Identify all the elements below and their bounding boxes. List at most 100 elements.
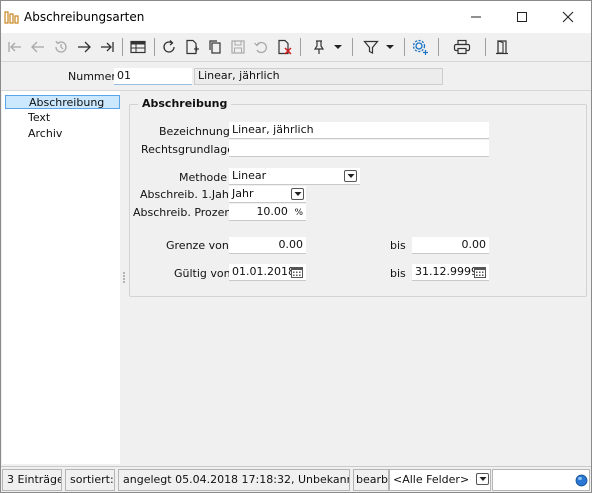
toolbar-separator <box>404 38 405 56</box>
delete-button[interactable] <box>274 37 294 57</box>
rechtsgrundlage-label: Rechtsgrundlage <box>141 143 234 156</box>
prozent-value: 10.00 <box>256 205 288 218</box>
nav-item-archiv[interactable]: Archiv <box>5 127 120 141</box>
settings-button[interactable] <box>409 37 431 57</box>
grenze-bis-input[interactable]: 0.00 <box>412 237 489 254</box>
previous-record-icon <box>31 41 44 53</box>
refresh-button[interactable] <box>159 37 179 57</box>
app-window: Abschreibungsarten Nummer 01 Linear, jäh… <box>0 0 592 493</box>
undo-button[interactable] <box>251 37 271 57</box>
app-icon <box>4 11 19 24</box>
title-bar: Abschreibungsarten <box>1 1 591 33</box>
filter-icon <box>363 40 379 54</box>
field-select-dropdown-button[interactable] <box>476 473 489 485</box>
history-icon <box>55 40 67 53</box>
pin-menu-button[interactable] <box>307 37 347 57</box>
close-button[interactable] <box>545 1 591 33</box>
methode-label: Methode <box>179 171 228 184</box>
gueltig-bis-label: bis <box>390 267 406 280</box>
last-record-button[interactable] <box>97 37 117 57</box>
field-select-value: <Alle Felder> <box>393 473 470 486</box>
close-icon <box>562 11 574 23</box>
nummer-input[interactable]: 01 <box>114 68 192 85</box>
first-record-icon <box>8 42 21 52</box>
filter-menu-button[interactable] <box>359 37 399 57</box>
jahr-label: Abschreib. 1.Jahr <box>140 188 234 201</box>
entries-count: 3 Einträge <box>2 469 62 491</box>
previous-record-button[interactable] <box>28 37 48 57</box>
toolbar-separator <box>122 38 123 56</box>
chevron-down-icon <box>386 45 394 49</box>
toolbar-separator <box>352 38 353 56</box>
toolbar-divider <box>1 61 591 62</box>
minimize-button[interactable] <box>453 1 499 33</box>
history-button[interactable] <box>51 37 71 57</box>
copy-button[interactable] <box>205 37 225 57</box>
pane-splitter[interactable] <box>120 91 126 464</box>
table-view-icon <box>130 40 146 54</box>
nav-item-abschreibung[interactable]: Abschreibung <box>5 95 120 109</box>
jahr-dropdown-button[interactable] <box>291 188 304 200</box>
sort-status: sortiert: <box>65 469 115 491</box>
edit-label: bearbe <box>353 469 389 491</box>
nav-item-text[interactable]: Text <box>5 111 120 125</box>
save-icon <box>231 40 245 54</box>
bezeichnung-input[interactable]: Linear, jährlich <box>229 122 489 139</box>
calendar-icon[interactable] <box>291 266 303 278</box>
pin-icon <box>313 40 325 54</box>
jahr-select[interactable]: Jahr <box>229 186 306 203</box>
methode-dropdown-button[interactable] <box>344 170 357 182</box>
prozent-label: Abschreib. Prozent <box>133 206 236 219</box>
first-record-button[interactable] <box>5 37 25 57</box>
table-view-button[interactable] <box>127 37 149 57</box>
bezeichnung-label: Bezeichnung <box>159 125 230 138</box>
navigation-pane: Abschreibung Text Archiv <box>2 91 120 464</box>
methode-value: Linear <box>232 169 267 182</box>
gueltig-von-value: 01.01.2018 <box>232 265 295 278</box>
refresh-icon <box>163 40 175 53</box>
bezeichnung-display: Linear, jährlich <box>194 68 443 85</box>
grenze-bis-label: bis <box>390 239 406 252</box>
gueltig-label: Gültig von <box>174 267 231 280</box>
minimize-icon <box>471 16 481 18</box>
search-globe-icon[interactable] <box>575 474 588 487</box>
gueltig-bis-value: 31.12.9999 <box>415 265 478 278</box>
status-bar: 3 Einträge sortiert: angelegt 05.04.2018… <box>1 466 591 492</box>
next-record-button[interactable] <box>74 37 94 57</box>
jahr-value: Jahr <box>232 187 254 200</box>
prozent-unit: % <box>294 208 303 218</box>
field-select[interactable]: <Alle Felder> <box>389 469 491 491</box>
grenze-von-input[interactable]: 0.00 <box>229 237 306 254</box>
toolbar-separator <box>300 38 301 56</box>
delete-icon <box>278 39 292 55</box>
settings-icon <box>412 39 428 55</box>
nummer-label: Nummer <box>68 70 116 83</box>
rechtsgrundlage-input[interactable] <box>229 140 489 157</box>
new-document-icon <box>186 39 199 55</box>
group-title: Abschreibung <box>138 97 232 110</box>
gueltig-von-input[interactable]: 01.01.2018 <box>229 264 306 281</box>
next-record-icon <box>78 41 91 53</box>
chevron-down-icon <box>294 192 301 196</box>
toolbar <box>1 33 591 61</box>
toolbar-separator <box>485 38 486 56</box>
toolbar-separator <box>154 38 155 56</box>
print-button[interactable] <box>451 37 473 57</box>
methode-select[interactable]: Linear <box>229 168 360 185</box>
save-button[interactable] <box>228 37 248 57</box>
maximize-button[interactable] <box>499 1 545 33</box>
calendar-icon[interactable] <box>474 266 486 278</box>
chevron-down-icon <box>479 477 486 481</box>
exit-button[interactable] <box>492 37 512 57</box>
prozent-input[interactable]: 10.00 % <box>229 204 306 221</box>
created-info: angelegt 05.04.2018 17:18:32, Unbekannt … <box>118 469 350 491</box>
last-record-icon <box>101 42 114 52</box>
exit-icon <box>496 40 508 55</box>
new-document-button[interactable] <box>182 37 202 57</box>
toolbar-separator <box>438 38 439 56</box>
print-icon <box>453 39 471 55</box>
maximize-icon <box>517 12 527 22</box>
gueltig-bis-input[interactable]: 31.12.9999 <box>412 264 489 281</box>
undo-icon <box>254 41 267 54</box>
chevron-down-icon <box>347 174 354 178</box>
